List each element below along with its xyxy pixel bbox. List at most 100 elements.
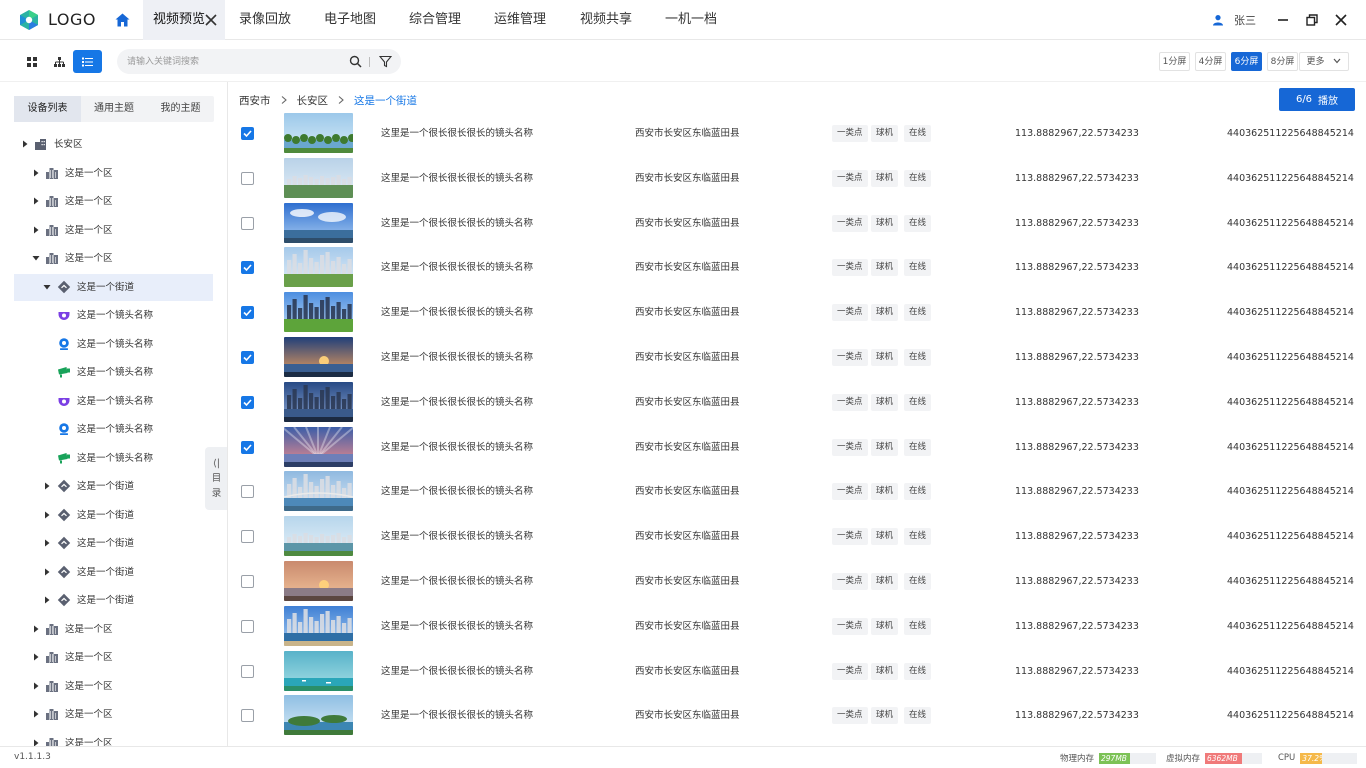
tree-camera-node[interactable]: 这是一个镜头名称 xyxy=(14,359,213,386)
caret-right-icon[interactable] xyxy=(32,653,40,661)
table-row[interactable]: 这里是一个很长很长很长的镜头名称 西安市长安区东临蓝田县 一类点 球机 在线 113.88… xyxy=(228,245,1366,290)
caret-right-icon[interactable] xyxy=(32,710,40,718)
restore-button[interactable] xyxy=(1303,11,1321,29)
table-row[interactable]: 这里是一个很长很长很长的镜头名称 西安市长安区东临蓝田县 一类点 球机 在线 113.88… xyxy=(228,201,1366,246)
table-row[interactable]: 这里是一个很长很长很长的镜头名称 西安市长安区东临蓝田县 一类点 球机 在线 113.88… xyxy=(228,290,1366,335)
table-row[interactable]: 这里是一个很长很长很长的镜头名称 西安市长安区东临蓝田县 一类点 球机 在线 113.88… xyxy=(228,469,1366,514)
caret-down-icon[interactable] xyxy=(32,254,40,262)
split-4-button[interactable]: 4分屏 xyxy=(1195,52,1226,71)
table-row[interactable]: 这里是一个很长很长很长的镜头名称 西安市长安区东临蓝田县 一类点 球机 在线 113.88… xyxy=(228,335,1366,380)
caret-right-icon[interactable] xyxy=(32,226,40,234)
camera-thumbnail[interactable] xyxy=(284,292,353,333)
nav-item-map[interactable]: 电子地图 xyxy=(324,0,376,40)
play-selected-button[interactable]: 6/6 播放 xyxy=(1279,88,1355,111)
table-row[interactable]: 这里是一个很长很长很长的镜头名称 西安市长安区东临蓝田县 一类点 球机 在线 113.88… xyxy=(228,156,1366,201)
table-row[interactable]: 这里是一个很长很长很长的镜头名称 西安市长安区东临蓝田县 一类点 球机 在线 113.88… xyxy=(228,604,1366,649)
row-checkbox[interactable] xyxy=(241,351,254,364)
list-view-button[interactable] xyxy=(73,50,102,73)
camera-thumbnail[interactable] xyxy=(284,516,353,557)
tree-street-node[interactable]: 这是一个街道 xyxy=(14,587,213,614)
tree-district-node[interactable]: 这是一个区 xyxy=(14,644,213,671)
row-checkbox[interactable] xyxy=(241,306,254,320)
tab-device-list[interactable]: 设备列表 xyxy=(14,96,81,122)
tab-my-topics[interactable]: 我的主题 xyxy=(147,96,214,122)
tree-street-node[interactable]: 这是一个街道 xyxy=(14,530,213,557)
table-row[interactable]: 这里是一个很长很长很长的镜头名称 西安市长安区东临蓝田县 一类点 球机 在线 113.88… xyxy=(228,649,1366,694)
table-row[interactable]: 这里是一个很长很长很长的镜头名称 西安市长安区东临蓝田县 一类点 球机 在线 113.88… xyxy=(228,693,1366,738)
tree-district-node[interactable]: 这是一个区 xyxy=(14,160,213,187)
minimize-button[interactable] xyxy=(1274,11,1292,29)
tree-street-node[interactable]: 这是一个街道 xyxy=(14,502,213,529)
camera-thumbnail[interactable] xyxy=(284,605,353,646)
tree-district-node[interactable]: 这是一个区 xyxy=(14,188,213,215)
caret-right-icon[interactable] xyxy=(32,739,40,747)
more-split-button[interactable]: 更多 xyxy=(1299,52,1349,71)
camera-thumbnail[interactable] xyxy=(284,113,353,153)
tree-district-node[interactable]: 这是一个区 xyxy=(14,701,213,728)
breadcrumb-district[interactable]: 长安区 xyxy=(297,93,329,108)
search-icon[interactable] xyxy=(349,55,362,68)
close-window-button[interactable] xyxy=(1332,11,1350,29)
row-checkbox[interactable] xyxy=(241,216,254,230)
table-row[interactable]: 这里是一个很长很长很长的镜头名称 西安市长安区东临蓝田县 一类点 球机 在线 113.88… xyxy=(228,380,1366,425)
row-checkbox[interactable] xyxy=(241,127,254,140)
row-checkbox[interactable] xyxy=(241,530,254,544)
row-checkbox[interactable] xyxy=(241,395,254,409)
nav-item-operations[interactable]: 运维管理 xyxy=(494,0,546,40)
row-checkbox[interactable] xyxy=(241,575,254,588)
camera-thumbnail[interactable] xyxy=(284,381,353,422)
tree-street-node[interactable]: 这是一个街道 xyxy=(14,473,213,500)
tree-camera-node[interactable]: 这是一个镜头名称 xyxy=(14,388,213,415)
row-checkbox[interactable] xyxy=(241,440,254,454)
caret-right-icon[interactable] xyxy=(43,511,51,519)
filter-icon[interactable] xyxy=(379,55,392,68)
camera-thumbnail[interactable] xyxy=(284,337,353,377)
caret-right-icon[interactable] xyxy=(43,539,51,547)
tree-camera-node[interactable]: 这是一个镜头名称 xyxy=(14,302,213,329)
tree-district-node[interactable]: 这是一个区 xyxy=(14,730,213,747)
tree-street-node[interactable]: 这是一个街道 xyxy=(14,559,213,586)
caret-down-icon[interactable] xyxy=(43,283,51,291)
tree-district-node[interactable]: 这是一个区 xyxy=(14,245,213,272)
table-row[interactable]: 这里是一个很长很长很长的镜头名称 西安市长安区东临蓝田县 一类点 球机 在线 113.88… xyxy=(228,559,1366,604)
tree-root-node[interactable]: 长安区 xyxy=(14,131,213,158)
tree-district-node[interactable]: 这是一个区 xyxy=(14,673,213,700)
tree-district-node[interactable]: 这是一个区 xyxy=(14,217,213,244)
tree-district-node[interactable]: 这是一个区 xyxy=(14,616,213,643)
home-button[interactable] xyxy=(106,0,138,40)
caret-right-icon[interactable] xyxy=(21,140,29,148)
camera-thumbnail[interactable] xyxy=(284,695,353,736)
tree-view-button[interactable] xyxy=(45,50,74,73)
table-row[interactable]: 这里是一个很长很长很长的镜头名称 西安市长安区东临蓝田县 一类点 球机 在线 113.88… xyxy=(228,514,1366,559)
caret-right-icon[interactable] xyxy=(43,482,51,490)
camera-thumbnail[interactable] xyxy=(284,247,353,288)
camera-thumbnail[interactable] xyxy=(284,471,353,512)
row-checkbox[interactable] xyxy=(241,664,254,678)
caret-right-icon[interactable] xyxy=(43,596,51,604)
row-checkbox[interactable] xyxy=(241,485,254,499)
split-1-button[interactable]: 1分屏 xyxy=(1159,52,1190,71)
camera-thumbnail[interactable] xyxy=(284,650,353,691)
tree-camera-node[interactable]: 这是一个镜头名称 xyxy=(14,416,213,443)
row-checkbox[interactable] xyxy=(241,619,254,633)
row-checkbox[interactable] xyxy=(241,261,254,275)
caret-right-icon[interactable] xyxy=(32,625,40,633)
nav-item-playback[interactable]: 录像回放 xyxy=(239,0,291,40)
table-row[interactable]: 这里是一个很长很长很长的镜头名称 西安市长安区东临蓝田县 一类点 球机 在线 113.88… xyxy=(228,425,1366,470)
split-8-button[interactable]: 8分屏 xyxy=(1267,52,1298,71)
tab-common-topics[interactable]: 通用主题 xyxy=(81,96,147,122)
split-6-button[interactable]: 6分屏 xyxy=(1231,52,1262,71)
search-input[interactable] xyxy=(127,49,342,74)
camera-thumbnail[interactable] xyxy=(284,157,353,198)
caret-right-icon[interactable] xyxy=(32,682,40,690)
tree-camera-node[interactable]: 这是一个镜头名称 xyxy=(14,445,213,472)
sidebar-collapse-handle[interactable]: ⟨| 目 录 xyxy=(205,447,227,510)
nav-item-archive[interactable]: 一机一档 xyxy=(665,0,717,40)
user-menu[interactable]: 张三 xyxy=(1212,12,1256,28)
caret-right-icon[interactable] xyxy=(43,568,51,576)
nav-item-management[interactable]: 综合管理 xyxy=(409,0,461,40)
caret-right-icon[interactable] xyxy=(32,197,40,205)
close-icon[interactable] xyxy=(204,13,218,27)
nav-item-video-share[interactable]: 视频共享 xyxy=(580,0,632,40)
row-checkbox[interactable] xyxy=(241,171,254,185)
